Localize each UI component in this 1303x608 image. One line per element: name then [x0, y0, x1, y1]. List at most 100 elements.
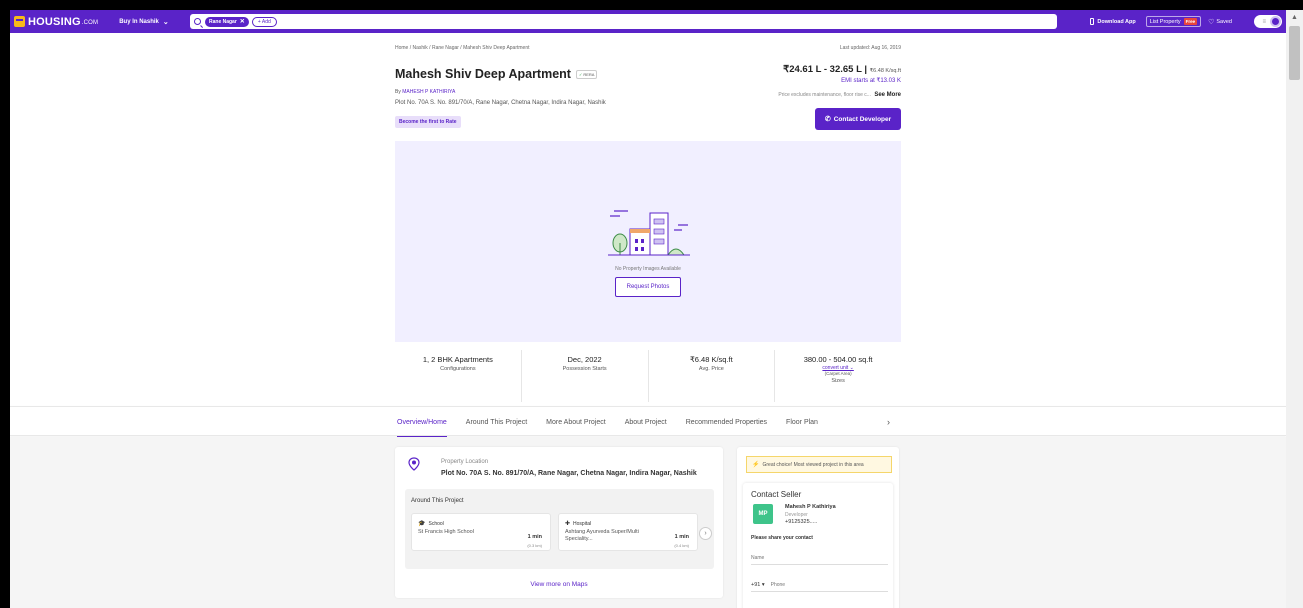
housing-logo[interactable]: HOUSING .COM	[14, 16, 98, 28]
seller-name: Mahesh P Kathiriya	[785, 504, 836, 510]
chevron-down-icon: ⌄	[162, 18, 169, 26]
country-code-select[interactable]: +91 ▾	[751, 582, 765, 588]
scroll-up-icon[interactable]: ▲	[1286, 10, 1303, 24]
stat-configurations: 1, 2 BHK Apartments Configurations	[395, 350, 522, 402]
great-choice-banner: ⚡ Great choice! Most viewed project in t…	[746, 456, 892, 473]
avatar-icon	[1270, 16, 1281, 27]
free-badge: Free	[1183, 18, 1198, 25]
stat-label: Possession Starts	[562, 366, 607, 372]
stat-avg-price: ₹6.48 K/sq.ft Avg. Price	[649, 350, 776, 402]
avatar: MP	[753, 504, 773, 524]
developer-byline: By MAHESH P KATHIRIYA	[395, 89, 455, 95]
chevron-right-icon[interactable]: ›	[699, 527, 712, 540]
stat-label: Sizes	[831, 378, 845, 384]
poi-category-label: Hospital	[573, 520, 592, 527]
poi-name: Ashtang Ayurveda Super/Multi Speciality.…	[565, 529, 639, 542]
request-photos-button[interactable]: Request Photos	[615, 277, 681, 297]
stat-value: 1, 2 BHK Apartments	[422, 355, 493, 364]
poi-card[interactable]: ✚ Hospital Ashtang Ayurveda Super/Multi S…	[558, 513, 698, 551]
project-address: Plot No. 70A S. No. 891/70/A, Rane Nagar…	[395, 100, 606, 106]
poi-time: 1 min	[527, 534, 542, 540]
contact-developer-button[interactable]: ✆ Contact Developer	[815, 108, 901, 130]
scroll-thumb[interactable]	[1289, 26, 1300, 80]
city-menu[interactable]: Buy In Nashik ⌄	[119, 18, 169, 26]
see-more-link[interactable]: See More	[874, 92, 901, 98]
tab-about-project[interactable]: About Project	[625, 407, 667, 437]
location-address: Plot No. 70A S. No. 891/70/A, Rane Nagar…	[441, 470, 697, 477]
home-logo-icon	[14, 16, 25, 27]
search-chip[interactable]: Rane Nagar ✕	[205, 16, 249, 27]
image-gallery: No Property Images Available Request Pho…	[395, 141, 901, 342]
poi-category-label: School	[428, 520, 444, 527]
chevron-right-icon[interactable]: ›	[887, 407, 890, 437]
page-title: Mahesh Shiv Deep Apartment ✓RERA	[395, 67, 598, 81]
around-project-panel: Around This Project 🎓 School St Francis H…	[405, 489, 714, 569]
search-bar[interactable]: Rane Nagar ✕ + Add	[190, 14, 1057, 29]
saved-link[interactable]: ♡ Saved	[1208, 18, 1232, 26]
tab-overview[interactable]: Overview/Home	[397, 407, 447, 438]
poi-category: 🎓 School	[418, 520, 444, 528]
contact-developer-label: Contact Developer	[833, 115, 892, 123]
location-label: Property Location	[441, 459, 489, 465]
location-pin-icon	[408, 457, 420, 471]
developer-link[interactable]: MAHESH P KATHIRIYA	[402, 89, 455, 95]
profile-menu[interactable]: ≡	[1254, 15, 1282, 28]
emi-link[interactable]: EMI starts at ₹13.03 K	[710, 77, 901, 84]
carpet-area-label: (Carpet Area)	[824, 371, 852, 376]
top-navigation: HOUSING .COM Buy In Nashik ⌄ Rane Nagar …	[10, 10, 1286, 33]
last-updated: Last updated: Aug 16, 2019	[839, 45, 901, 51]
lightning-icon: ⚡	[752, 462, 760, 468]
phone-row: +91 ▾	[751, 578, 888, 592]
seller-role: Developer	[785, 512, 808, 518]
saved-label: Saved	[1216, 18, 1232, 25]
price-note: Price excludes maintenance, floor rise c…	[660, 92, 901, 98]
school-icon: 🎓	[418, 521, 426, 527]
stat-sizes: 380.00 - 504.00 sq.ft convert unit ⌄ (Ca…	[775, 350, 901, 402]
seller-phone: +9125325.....	[785, 519, 818, 525]
poi-card[interactable]: 🎓 School St Francis High School 1 min (0.…	[411, 513, 551, 551]
scrollbar[interactable]: ▲	[1286, 10, 1303, 608]
tab-more-about-project[interactable]: More About Project	[546, 407, 606, 437]
search-chip-label: Rane Nagar	[209, 18, 237, 25]
search-icon	[194, 18, 201, 25]
price-per-sqft: ₹6.48 K/sq.ft	[869, 68, 901, 74]
poi-distance: (0.3 km)	[527, 543, 542, 548]
tab-floor-plan[interactable]: Floor Plan	[786, 407, 818, 437]
stat-label: Avg. Price	[698, 366, 724, 372]
location-card: Property Location Plot No. 70A S. No. 89…	[395, 447, 723, 598]
breadcrumb[interactable]: Home / Nashik / Rane Nagar / Mahesh Shiv…	[395, 45, 530, 51]
tab-recommended-properties[interactable]: Recommended Properties	[686, 407, 767, 437]
mobile-icon	[1090, 18, 1095, 25]
poi-name: St Francis High School	[418, 529, 474, 535]
rate-button[interactable]: Become the first to Rate	[395, 116, 461, 128]
share-contact-prompt: Please share your contact	[751, 535, 813, 541]
stat-value: Dec, 2022	[567, 355, 602, 364]
name-field[interactable]	[751, 551, 888, 565]
add-locality-button[interactable]: + Add	[251, 16, 277, 27]
phone-icon: ✆	[824, 116, 831, 123]
poi-category: ✚ Hospital	[565, 520, 592, 528]
contact-seller-card: Contact Seller MP Mahesh P Kathiriya Dev…	[743, 483, 893, 608]
stat-value: 380.00 - 504.00 sq.ft	[803, 355, 873, 364]
rera-label: RERA	[583, 71, 595, 77]
rera-badge: ✓RERA	[575, 69, 598, 79]
view-maps-link[interactable]: View more on Maps	[395, 581, 723, 588]
city-menu-label: Buy In Nashik	[119, 18, 159, 25]
tab-around-project[interactable]: Around This Project	[466, 407, 527, 437]
poi-distance: (0.4 km)	[674, 543, 689, 548]
project-stats: 1, 2 BHK Apartments Configurations Dec, …	[395, 350, 901, 402]
contact-seller-title: Contact Seller	[751, 490, 802, 499]
price-range: ₹24.61 L - 32.65 L | ₹6.48 K/sq.ft	[710, 64, 901, 75]
poi-time: 1 min	[674, 534, 689, 540]
close-icon[interactable]: ✕	[240, 18, 245, 25]
browser-frame: HOUSING .COM Buy In Nashik ⌄ Rane Nagar …	[0, 0, 1303, 608]
phone-field[interactable]	[770, 581, 871, 588]
hamburger-icon: ≡	[1262, 18, 1266, 25]
around-title: Around This Project	[411, 498, 464, 504]
download-app-link[interactable]: Download App	[1090, 18, 1136, 25]
list-property-button[interactable]: List Property Free	[1145, 16, 1202, 27]
heart-icon: ♡	[1208, 18, 1215, 26]
stat-possession: Dec, 2022 Possession Starts	[522, 350, 649, 402]
price-note-text: Price excludes maintenance, floor rise c…	[778, 92, 871, 98]
check-icon: ✓	[578, 71, 583, 77]
